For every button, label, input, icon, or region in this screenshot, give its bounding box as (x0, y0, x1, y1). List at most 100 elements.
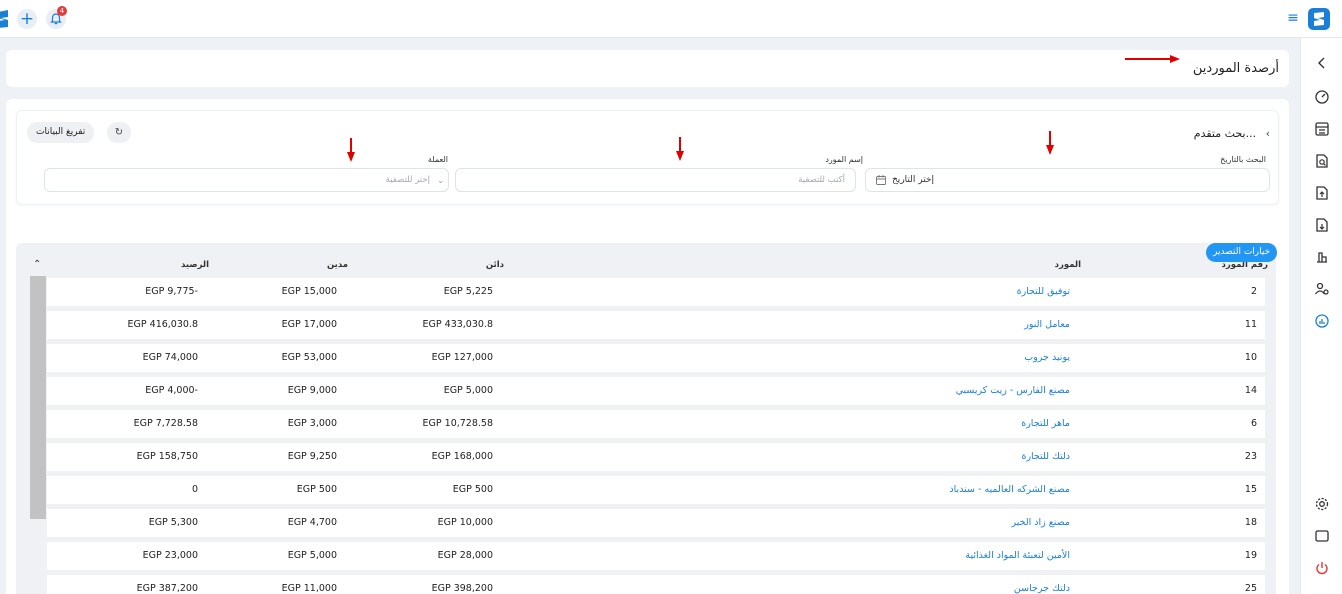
supplier-name-input[interactable]: أكتب للتصفية (455, 168, 856, 192)
supplier-number-cell: 14 (1244, 385, 1257, 396)
search-document-icon[interactable] (1314, 153, 1330, 169)
top-bar: + 4 ≡ (0, 0, 1342, 38)
column-header-supplier: المورد (1054, 260, 1081, 270)
users-settings-icon[interactable] (1314, 281, 1330, 297)
table-row[interactable]: 14 مصنع الفارس - زيت كريسبي EGP 5,000 EGP 9… (47, 377, 1265, 405)
table-row[interactable]: 2 توفيق للتجارة EGP 5,225 EGP 15,000 EGP 9,7… (47, 278, 1265, 306)
supplier-name-link[interactable]: مصنع الفارس - زيت كريسبي (956, 385, 1070, 396)
power-logout-icon[interactable] (1314, 560, 1330, 576)
chevron-down-icon: ⌄ (437, 176, 444, 185)
advanced-search-label: بحث متقدم... (1193, 127, 1257, 140)
advanced-search-toggle[interactable]: بحث متقدم... ‹ (1194, 127, 1270, 140)
supplier-name-link[interactable]: توفيق للتجارة (1017, 286, 1070, 297)
balance-cell: EGP 387,200 (136, 583, 198, 594)
scrollbar-thumb[interactable] (30, 276, 46, 519)
debit-cell: EGP 9,000 (287, 385, 337, 396)
table-row[interactable]: 11 معامل النور EGP 433,030.8 EGP 17,000 EGP … (47, 311, 1265, 339)
display-screen-icon[interactable] (1314, 528, 1330, 544)
date-filter-label: البحث بالتاريخ (1220, 155, 1266, 164)
invoice-download-icon[interactable] (1314, 217, 1330, 233)
supplier-placeholder: أكتب للتصفية (798, 175, 845, 185)
debit-cell: EGP 500 (296, 484, 337, 495)
supplier-name-link[interactable]: يونيد جروب (1024, 352, 1070, 363)
invoice-upload-icon[interactable] (1314, 185, 1330, 201)
settings-gear-icon[interactable] (1314, 496, 1330, 512)
balance-cell: EGP 158,750 (136, 451, 198, 462)
page-title: أرصدة الموردين (1192, 61, 1279, 76)
hamburger-menu-icon[interactable]: ≡ (1287, 11, 1299, 25)
credit-cell: EGP 500 (452, 484, 493, 495)
supplier-name-link[interactable]: معامل النور (1024, 319, 1070, 330)
supplier-number-cell: 25 (1244, 583, 1257, 594)
clear-data-button[interactable]: تفريغ البيانات (27, 122, 95, 143)
supplier-number-cell: 19 (1244, 550, 1257, 561)
credit-cell: EGP 10,728.58 (422, 418, 493, 429)
supplier-filter-label: إسم المورد (825, 155, 863, 164)
supplier-number-cell: 23 (1244, 451, 1257, 462)
reports-chart-icon[interactable] (1314, 313, 1330, 329)
supplier-number-cell: 6 (1250, 418, 1257, 429)
refresh-icon[interactable]: ↻ (107, 122, 131, 143)
suppliers-balance-table: ⌃ رقم المورد المورد دائن مدين الرصيد 2 تو… (16, 243, 1276, 594)
balance-cell: EGP 4,000- (145, 385, 198, 396)
column-header-balance: الرصيد (181, 260, 209, 270)
export-options-button[interactable]: خيارات التصدير (1206, 243, 1278, 262)
debit-cell: EGP 11,000 (281, 583, 337, 594)
app-logo-icon[interactable] (0, 10, 10, 28)
supplier-name-link[interactable]: الأمين لتعبئة المواد الغذائية (965, 550, 1070, 561)
credit-cell: EGP 168,000 (431, 451, 493, 462)
warehouse-forklift-icon[interactable] (1314, 249, 1330, 265)
debit-cell: EGP 53,000 (281, 352, 337, 363)
credit-cell: EGP 433,030.8 (422, 319, 493, 330)
add-button[interactable]: + (17, 9, 37, 29)
supplier-number-cell: 10 (1244, 352, 1257, 363)
supplier-name-link[interactable]: دلتك للتجارة (1021, 451, 1070, 462)
calendar-icon (876, 175, 886, 185)
date-picker-field[interactable]: إختر التاريخ (865, 168, 1270, 192)
supplier-name-link[interactable]: مصنع زاد الخير (1011, 517, 1070, 528)
balance-cell: EGP 23,000 (142, 550, 198, 561)
table-row[interactable]: 19 الأمين لتعبئة المواد الغذائية EGP 28,00… (47, 542, 1265, 570)
balance-cell: EGP 74,000 (142, 352, 198, 363)
currency-filter-label: العملة (427, 155, 448, 164)
supplier-number-cell: 15 (1244, 484, 1257, 495)
credit-cell: EGP 398,200 (431, 583, 493, 594)
cash-register-icon[interactable] (1314, 121, 1330, 137)
column-header-credit: دائن (485, 260, 504, 270)
filter-panel: بحث متقدم... ‹ البحث بالتاريخ إختر التار… (16, 110, 1279, 205)
supplier-name-link[interactable]: دلتك جرجاسن (1014, 583, 1070, 594)
supplier-name-link[interactable]: ماهر للتجارة (1021, 418, 1070, 429)
page-title-card: أرصدة الموردين (6, 50, 1289, 87)
currency-select[interactable]: إختر للتصفية ⌄ (44, 168, 449, 192)
balance-cell: 0 (191, 484, 198, 495)
currency-placeholder: إختر للتصفية (385, 175, 430, 185)
annotation-arrow-right-icon (1125, 55, 1180, 63)
debit-cell: EGP 17,000 (281, 319, 337, 330)
table-row[interactable]: 23 دلتك للتجارة EGP 168,000 EGP 9,250 EGP 15… (47, 443, 1265, 471)
chevron-up-icon[interactable]: ⌃ (33, 259, 41, 270)
table-row[interactable]: 10 يونيد جروب EGP 127,000 EGP 53,000 EGP 74,… (47, 344, 1265, 372)
chevron-left-icon: ‹ (1265, 127, 1270, 140)
sidebar-collapse-icon[interactable] (1314, 55, 1330, 71)
supplier-number-cell: 11 (1244, 319, 1257, 330)
supplier-number-cell: 18 (1244, 517, 1257, 528)
right-sidebar (1300, 38, 1342, 594)
credit-cell: EGP 10,000 (437, 517, 493, 528)
annotation-arrow-down-icon (347, 138, 355, 162)
balance-cell: EGP 7,728.58 (133, 418, 198, 429)
balance-cell: EGP 9,775- (145, 286, 198, 297)
dashboard-gauge-icon[interactable] (1314, 89, 1330, 105)
table-row[interactable]: 25 دلتك جرجاسن EGP 398,200 EGP 11,000 EGP 38… (47, 575, 1265, 594)
table-row[interactable]: 18 مصنع زاد الخير EGP 10,000 EGP 4,700 EGP 5… (47, 509, 1265, 537)
debit-cell: EGP 5,000 (287, 550, 337, 561)
balance-cell: EGP 5,300 (148, 517, 198, 528)
table-row[interactable]: 6 ماهر للتجارة EGP 10,728.58 EGP 3,000 EGP 7… (47, 410, 1265, 438)
debit-cell: EGP 4,700 (287, 517, 337, 528)
table-row[interactable]: 15 مصنع الشركه العالميه - سندباد EGP 500 EG… (47, 476, 1265, 504)
supplier-name-link[interactable]: مصنع الشركه العالميه - سندباد (949, 484, 1070, 495)
debit-cell: EGP 9,250 (287, 451, 337, 462)
credit-cell: EGP 5,000 (443, 385, 493, 396)
debit-cell: EGP 15,000 (281, 286, 337, 297)
notifications-button[interactable]: 4 (46, 6, 67, 29)
brand-logo-icon[interactable] (1308, 8, 1330, 30)
